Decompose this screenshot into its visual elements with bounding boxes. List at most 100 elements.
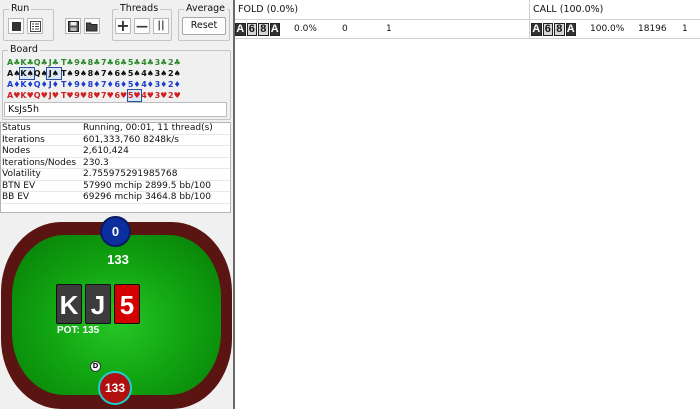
- board-card-1: K: [56, 284, 82, 324]
- card-toggle[interactable]: K♦: [20, 79, 33, 90]
- card-toggle[interactable]: 4♥: [141, 90, 154, 101]
- hand-card: A: [531, 23, 542, 36]
- plus-icon: +: [116, 16, 130, 35]
- stats-row: Iterations 601,333,760 8248k/s: [1, 134, 230, 146]
- card-toggle[interactable]: T♦: [61, 79, 74, 90]
- folder-icon: [86, 22, 98, 31]
- card-toggle[interactable]: 7♦: [101, 79, 114, 90]
- card-toggle[interactable]: 4♣: [141, 57, 154, 68]
- call-pct: 100.0%: [590, 24, 625, 34]
- card-toggle[interactable]: 8♥: [87, 90, 101, 101]
- card-toggle[interactable]: 5♣: [128, 57, 141, 68]
- report-button[interactable]: [27, 18, 43, 34]
- strategy-panel: FOLD (0.0%) CALL (100.0%) A 6 8 A 0.0% 0…: [235, 0, 700, 409]
- board-input[interactable]: KsJs5h: [4, 102, 227, 117]
- report-icon: [29, 20, 41, 32]
- card-toggle[interactable]: T♣: [61, 57, 74, 68]
- card-toggle[interactable]: 8♠: [87, 68, 101, 79]
- card-toggle[interactable]: 2♠: [168, 68, 181, 79]
- card-toggle[interactable]: 2♦: [168, 79, 181, 90]
- card-toggle[interactable]: 9♠: [74, 68, 87, 79]
- card-toggle[interactable]: J♣: [47, 57, 60, 68]
- card-toggle[interactable]: Q♠: [34, 68, 48, 79]
- stats-key: Iterations: [2, 134, 45, 145]
- call-combos: 1: [682, 24, 688, 34]
- card-toggle[interactable]: T♠: [61, 68, 74, 79]
- card-toggle[interactable]: 9♥: [74, 90, 87, 101]
- fold-row[interactable]: A 6 8 A 0.0% 0 1: [235, 20, 530, 39]
- card-toggle[interactable]: 6♥: [114, 90, 127, 101]
- stats-key: BB EV: [2, 192, 30, 202]
- card-grid-row: A♣ K♣ Q♣ J♣ T♣ 9♣ 8♣ 7♣ 6♣ 5♣ 4♣ 3♣ 2♣: [7, 57, 181, 68]
- threads-group-title: Threads: [118, 3, 161, 14]
- card-toggle[interactable]: 7♠: [101, 68, 114, 79]
- card-toggle[interactable]: 8♣: [87, 57, 101, 68]
- stats-value: 2,610,424: [83, 146, 129, 156]
- card-toggle[interactable]: 7♥: [101, 90, 114, 101]
- card-toggle[interactable]: Q♥: [34, 90, 48, 101]
- top-seat-bet: 0: [100, 216, 131, 247]
- hand-card: A: [269, 23, 280, 36]
- add-thread-button[interactable]: +: [115, 18, 131, 34]
- remove-thread-button[interactable]: —: [134, 18, 150, 34]
- call-hand: A 6 8 A: [531, 23, 577, 36]
- stats-value: 230.3: [83, 157, 109, 168]
- card-toggle[interactable]: 9♣: [74, 57, 87, 68]
- card-toggle[interactable]: T♥: [61, 90, 74, 101]
- card-toggle[interactable]: Q♦: [34, 79, 48, 90]
- stats-value: Running, 00:01, 11 thread(s): [83, 123, 213, 133]
- card-toggle[interactable]: 4♦: [141, 79, 154, 90]
- stats-row: BTN EV 57990 mchip 2899.5 bb/100: [1, 181, 230, 192]
- card-toggle[interactable]: A♦: [7, 79, 20, 90]
- card-toggle[interactable]: J♠: [46, 67, 62, 80]
- stats-row: Iterations/Nodes 230.3: [1, 157, 230, 169]
- card-toggle[interactable]: 6♠: [114, 68, 127, 79]
- card-toggle[interactable]: 8♦: [87, 79, 101, 90]
- card-toggle[interactable]: J♦: [47, 79, 60, 90]
- card-toggle[interactable]: 3♠: [154, 68, 168, 79]
- card-toggle[interactable]: Q♣: [34, 57, 48, 68]
- stats-table: Status Running, 00:01, 11 thread(s) Iterat…: [0, 122, 231, 213]
- card-toggle[interactable]: A♥: [7, 90, 20, 101]
- fold-combos: 1: [386, 24, 392, 34]
- stop-button[interactable]: [8, 18, 24, 34]
- card-toggle[interactable]: 3♣: [154, 57, 168, 68]
- hand-card: 8: [554, 23, 565, 36]
- card-toggle[interactable]: 5♦: [128, 79, 141, 90]
- card-toggle[interactable]: 4♠: [141, 68, 154, 79]
- run-group-title: Run: [9, 3, 32, 14]
- card-toggle[interactable]: 7♣: [101, 57, 114, 68]
- card-toggle[interactable]: 6♦: [114, 79, 127, 90]
- card-toggle[interactable]: A♣: [7, 57, 20, 68]
- card-toggle[interactable]: 9♦: [74, 79, 87, 90]
- stats-row-empty: [1, 204, 230, 212]
- card-toggle[interactable]: J♥: [47, 90, 60, 101]
- pause-button[interactable]: ||: [153, 18, 169, 34]
- reset-button[interactable]: Reset: [182, 17, 226, 35]
- card-toggle[interactable]: 5♠: [128, 68, 141, 79]
- card-toggle[interactable]: 3♥: [154, 90, 168, 101]
- save-button[interactable]: [65, 18, 81, 34]
- card-toggle[interactable]: K♥: [20, 90, 33, 101]
- board-card-3: 5: [114, 284, 140, 324]
- poker-table: 0 133 K J 5 POT: 135 D 133: [0, 213, 233, 409]
- card-toggle[interactable]: 2♥: [168, 90, 181, 101]
- pot-label: POT: 135: [57, 325, 100, 336]
- card-grid-row: A♦ K♦ Q♦ J♦ T♦ 9♦ 8♦ 7♦ 6♦ 5♦ 4♦ 3♦ 2♦: [7, 79, 181, 90]
- card-toggle[interactable]: 3♦: [154, 79, 168, 90]
- card-toggle[interactable]: K♠: [19, 67, 35, 80]
- hand-card: 6: [246, 23, 257, 36]
- card-toggle[interactable]: 2♣: [168, 57, 181, 68]
- stats-value: 601,333,760 8248k/s: [83, 134, 179, 145]
- card-toggle[interactable]: A♠: [7, 68, 20, 79]
- card-toggle[interactable]: 5♥: [126, 89, 142, 102]
- stats-key: Volatility: [2, 169, 41, 179]
- pause-icon: ||: [157, 20, 165, 31]
- card-toggle[interactable]: 6♣: [114, 57, 127, 68]
- call-row[interactable]: A 6 8 A 100.0% 18196 1: [530, 20, 700, 39]
- open-button[interactable]: [84, 18, 100, 34]
- hand-card: 8: [258, 23, 269, 36]
- card-toggle[interactable]: K♣: [20, 57, 33, 68]
- average-group-title: Average: [184, 3, 228, 14]
- stats-key: Status: [2, 123, 31, 133]
